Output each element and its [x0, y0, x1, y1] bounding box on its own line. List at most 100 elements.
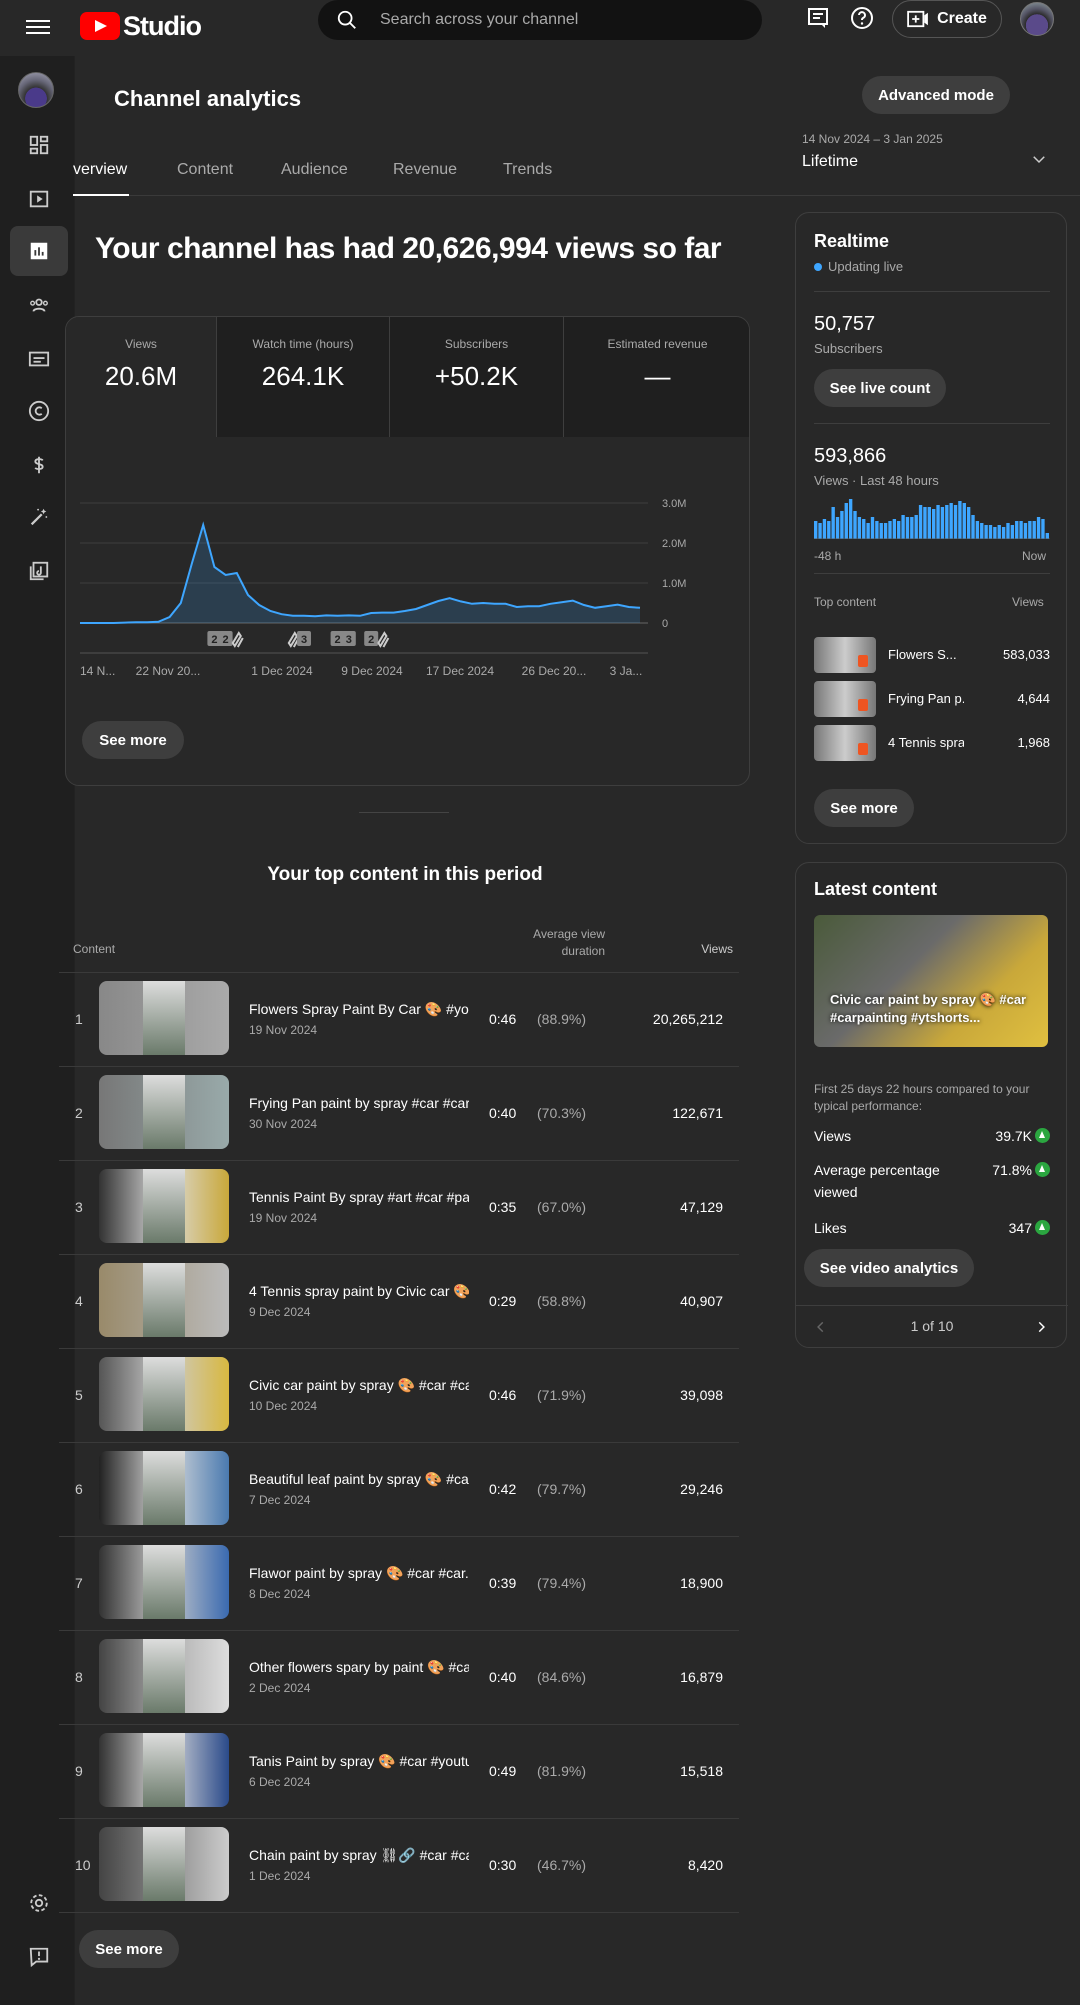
upload-count-marker[interactable]: 2	[364, 631, 379, 646]
video-thumbnail[interactable]	[99, 1451, 229, 1525]
realtime-bar	[835, 517, 840, 539]
video-date: 1 Dec 2024	[249, 1869, 311, 1883]
shorts-marker-icon[interactable]	[377, 631, 390, 648]
see-live-count-button[interactable]: See live count	[814, 369, 946, 407]
video-thumbnail[interactable]	[99, 1263, 229, 1337]
channel-avatar[interactable]	[18, 72, 54, 108]
sidebar-item-audio-library[interactable]	[10, 546, 68, 596]
video-title[interactable]: Chain paint by spray ⛓🔗 #car #car...	[249, 1847, 469, 1864]
video-thumbnail[interactable]	[99, 1075, 229, 1149]
shorts-marker-icon[interactable]	[231, 631, 244, 648]
tab-overview[interactable]: verview	[73, 154, 129, 196]
metric-views[interactable]: Views 20.6M	[66, 317, 217, 437]
sidebar-item-community[interactable]	[10, 280, 68, 330]
y-tick-label: 1.0M	[662, 578, 686, 590]
advanced-mode-button[interactable]: Advanced mode	[862, 76, 1010, 114]
tab-audience[interactable]: Audience	[281, 154, 348, 196]
video-thumbnail[interactable]	[99, 1827, 229, 1901]
table-row[interactable]: 9 Tanis Paint by spray 🎨 #car #youtu... 6 …	[59, 1724, 739, 1818]
metric-revenue[interactable]: Estimated revenue —	[564, 317, 749, 437]
video-title[interactable]: Flowers Spray Paint By Car 🎨 #you...	[249, 1001, 469, 1018]
chevron-right-icon[interactable]	[1034, 1320, 1048, 1334]
video-title[interactable]: Flawor paint by spray 🎨 #car #car...	[249, 1565, 469, 1582]
sidebar-item-copyright[interactable]	[10, 386, 68, 436]
video-thumbnail[interactable]	[99, 1357, 229, 1431]
table-row[interactable]: 6 Beautiful leaf paint by spray 🎨 #ca... 7…	[59, 1442, 739, 1536]
table-row[interactable]: 7 Flawor paint by spray 🎨 #car #car... 8 D…	[59, 1536, 739, 1630]
thumbnail-image	[143, 1733, 185, 1807]
views-headline: Your channel has had 20,626,994 views so…	[95, 232, 722, 265]
video-views: 16,879	[680, 1669, 723, 1685]
video-thumbnail[interactable]	[99, 1169, 229, 1243]
video-thumbnail[interactable]	[99, 981, 229, 1055]
row-rank: 3	[75, 1199, 83, 1215]
see-video-analytics-button[interactable]: See video analytics	[804, 1249, 974, 1287]
row-rank: 8	[75, 1669, 83, 1685]
main-content: Channel analytics Advanced mode 14 Nov 2…	[59, 56, 1080, 2005]
upload-count-marker[interactable]: 3	[297, 631, 311, 646]
video-thumbnail[interactable]	[99, 1733, 229, 1807]
video-title[interactable]: Frying Pan paint by spray #car #car...	[249, 1095, 469, 1111]
realtime-bar	[993, 527, 997, 539]
realtime-bar	[857, 517, 862, 539]
table-row[interactable]: 4 4 Tennis spray paint by Civic car 🎨... 9…	[59, 1254, 739, 1348]
tab-trends[interactable]: Trends	[503, 154, 552, 196]
realtime-item-title: Frying Pan p...	[888, 691, 964, 706]
thumbnail-image	[143, 1357, 185, 1431]
realtime-bar	[848, 499, 853, 539]
sidebar-item-earn[interactable]	[10, 440, 68, 490]
realtime-item-views: 4,644	[1017, 691, 1050, 706]
video-views: 29,246	[680, 1481, 723, 1497]
sidebar-item-subtitles[interactable]	[10, 334, 68, 384]
realtime-bar	[918, 505, 923, 539]
table-row[interactable]: 10 Chain paint by spray ⛓🔗 #car #car... 1 …	[59, 1818, 739, 1912]
video-title[interactable]: 4 Tennis spray paint by Civic car 🎨...	[249, 1283, 469, 1300]
avg-view-percentage: (46.7%)	[537, 1857, 587, 1873]
video-thumbnail[interactable]	[99, 1545, 229, 1619]
top-content-see-more-button[interactable]: See more	[79, 1930, 179, 1968]
table-row[interactable]: 3 Tennis Paint By spray #art #car #pa... 1…	[59, 1160, 739, 1254]
table-row[interactable]: 1 Flowers Spray Paint By Car 🎨 #you... 19 …	[59, 972, 739, 1066]
create-button[interactable]: Create	[892, 0, 1002, 38]
feedback-icon[interactable]	[806, 6, 830, 30]
chart-see-more-button[interactable]: See more	[82, 721, 184, 759]
sidebar-item-feedback[interactable]	[10, 1932, 68, 1982]
table-row[interactable]: 8 Other flowers spary by paint 🎨 #ca... 2 …	[59, 1630, 739, 1724]
help-icon[interactable]	[850, 6, 874, 30]
realtime-bar	[980, 523, 984, 539]
tab-revenue[interactable]: Revenue	[393, 154, 457, 196]
sidebar-item-content[interactable]	[10, 174, 68, 224]
realtime-see-more-button[interactable]: See more	[814, 789, 914, 827]
account-avatar[interactable]	[1020, 2, 1054, 36]
realtime-top-item[interactable]: Flowers S... 583,033	[814, 637, 1050, 673]
metric-watch-time[interactable]: Watch time (hours) 264.1K	[217, 317, 390, 437]
search-input[interactable]	[380, 11, 740, 29]
video-views: 20,265,212	[652, 1011, 723, 1027]
video-views: 39,098	[680, 1387, 723, 1403]
realtime-bar	[966, 507, 971, 539]
video-title[interactable]: Civic car paint by spray 🎨 #car #ca...	[249, 1377, 469, 1394]
video-date: 7 Dec 2024	[249, 1493, 311, 1507]
sidebar-item-customisation[interactable]	[10, 492, 68, 542]
video-title[interactable]: Tanis Paint by spray 🎨 #car #youtu...	[249, 1753, 469, 1770]
realtime-top-item[interactable]: 4 Tennis spra... 1,968	[814, 725, 1050, 761]
upload-count-marker[interactable]: 3	[341, 631, 356, 646]
studio-logo[interactable]: Studio	[80, 4, 202, 48]
sidebar-item-dashboard[interactable]	[10, 120, 68, 170]
table-row[interactable]: 5 Civic car paint by spray 🎨 #car #ca... 1…	[59, 1348, 739, 1442]
video-title[interactable]: Other flowers spary by paint 🎨 #ca...	[249, 1659, 469, 1676]
sidebar-item-analytics[interactable]	[10, 226, 68, 276]
realtime-top-item[interactable]: Frying Pan p... 4,644	[814, 681, 1050, 717]
latest-content-thumbnail[interactable]: Civic car paint by spray 🎨 #car #carpain…	[814, 915, 1048, 1047]
video-title[interactable]: Beautiful leaf paint by spray 🎨 #ca...	[249, 1471, 469, 1488]
video-title[interactable]: Tennis Paint By spray #art #car #pa...	[249, 1189, 469, 1205]
table-row[interactable]: 2 Frying Pan paint by spray #car #car... 3…	[59, 1066, 739, 1160]
svg-text:2: 2	[335, 634, 341, 646]
menu-icon[interactable]	[26, 16, 50, 40]
tab-content[interactable]: Content	[177, 154, 233, 196]
avg-view-duration: 0:30	[489, 1857, 517, 1873]
upload-count-marker[interactable]: 2	[218, 631, 233, 646]
metric-subscribers[interactable]: Subscribers +50.2K	[390, 317, 564, 437]
search-bar[interactable]	[318, 0, 762, 40]
video-thumbnail[interactable]	[99, 1639, 229, 1713]
